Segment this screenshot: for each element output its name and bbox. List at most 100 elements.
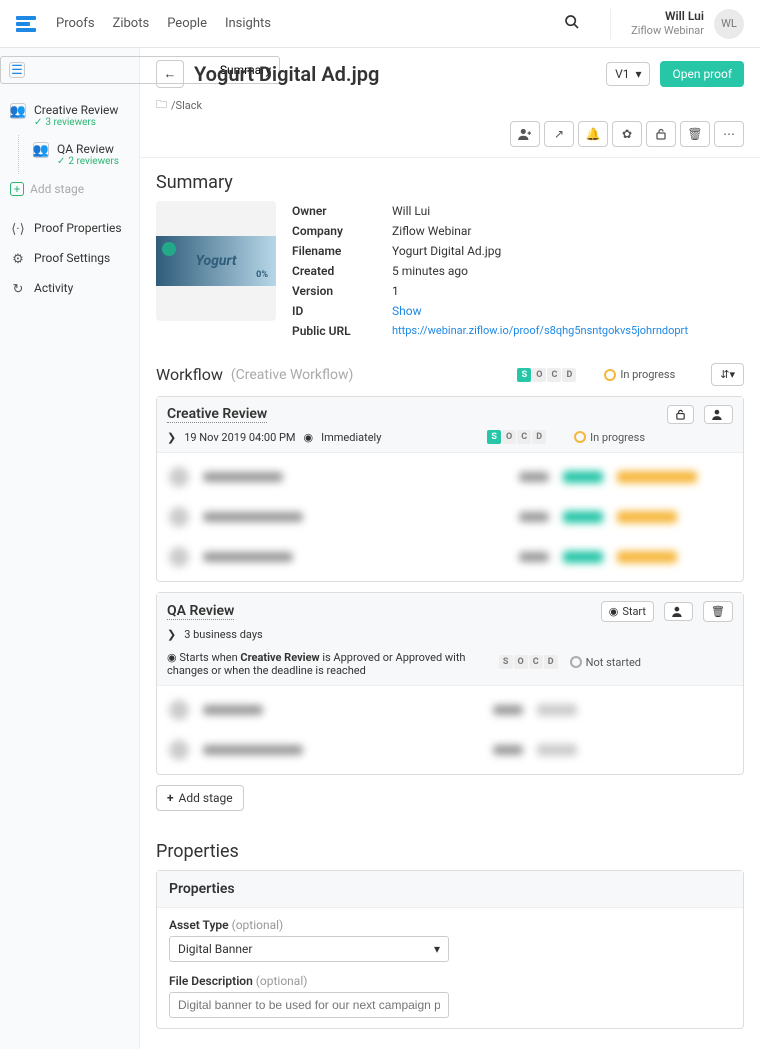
socd-indicator: SOCD [517, 368, 576, 382]
field-label: Company [292, 224, 392, 238]
field-label: Owner [292, 204, 392, 218]
field-label: Created [292, 264, 392, 278]
field-value: Ziflow Webinar [392, 224, 471, 238]
sidebar-item-label: Proof Settings [34, 251, 110, 265]
field-label: ID [292, 304, 392, 318]
user-block[interactable]: Will Lui Ziflow Webinar WL [610, 9, 744, 39]
sidebar-item-creative-review[interactable]: 👥 Creative Review ✓ 3 reviewers [0, 96, 139, 135]
stage-trigger: Immediately [321, 431, 381, 444]
show-id-link[interactable]: Show [392, 304, 422, 318]
stage-deadline[interactable]: 19 Nov 2019 04:00 PM [184, 431, 295, 444]
main: ← Yogurt Digital Ad.jpg V1▾ Open proof 🗀… [140, 48, 760, 1049]
trigger-icon: ◉ [304, 431, 314, 444]
sidebar-item-label: Proof Properties [34, 221, 122, 235]
reviewer-list [157, 453, 743, 581]
summary-table: OwnerWill Lui CompanyZiflow Webinar File… [292, 201, 744, 341]
stage-people-button[interactable] [704, 405, 733, 424]
sidebar-item-activity[interactable]: ↻ Activity [0, 274, 139, 304]
user-company: Ziflow Webinar [631, 24, 704, 38]
chevron-down-icon: ▾ [434, 942, 440, 956]
field-value: 1 [392, 284, 399, 298]
section-heading-properties: Properties [140, 827, 760, 870]
chevron-right-icon[interactable]: ❯ [167, 431, 176, 444]
trigger-icon: ◉ [167, 651, 177, 664]
sidebar-add-stage[interactable]: + Add stage [0, 174, 139, 204]
action-row: ↗ 🔔 ✿ 🗑 ⋯ [140, 121, 760, 158]
section-heading-summary: Summary [140, 158, 760, 201]
socd-indicator: SOCD [499, 655, 558, 669]
stage-creative-review: Creative Review ❯ 19 Nov 2019 04:00 PM ◉… [156, 396, 744, 582]
section-heading-workflow: Workflow [156, 365, 223, 384]
open-proof-button[interactable]: Open proof [660, 61, 744, 87]
back-button[interactable]: ← [156, 60, 184, 88]
field-value: Yogurt Digital Ad.jpg [392, 244, 501, 258]
file-description-input[interactable] [169, 992, 449, 1018]
user-name: Will Lui [631, 9, 704, 25]
breadcrumb[interactable]: 🗀/Slack [140, 96, 760, 121]
field-label: Version [292, 284, 392, 298]
search-icon[interactable] [564, 14, 580, 34]
stage-start-button[interactable]: ◉ Start [601, 601, 654, 622]
sidebar-item-settings[interactable]: ⚙ Proof Settings [0, 244, 139, 274]
proof-thumbnail[interactable]: Yogurt [156, 201, 276, 321]
stage-desc: Starts when [179, 651, 240, 664]
stage-status: Not started [570, 656, 641, 669]
top-nav: Proofs Zibots People Insights Will Lui Z… [0, 0, 760, 48]
stage-duration[interactable]: 3 business days [184, 628, 262, 641]
page-title: Yogurt Digital Ad.jpg [194, 62, 379, 86]
logo[interactable] [16, 16, 36, 32]
stage-name[interactable]: QA Review [167, 603, 234, 620]
activity-icon: ↻ [10, 281, 26, 297]
properties-icon: ⟨·⟩ [10, 221, 26, 237]
sidebar: ☰ Summary 👥 Creative Review ✓ 3 reviewer… [0, 48, 140, 1049]
more-button[interactable]: ⋯ [714, 121, 744, 147]
workflow-name: (Creative Workflow) [231, 367, 354, 383]
stage-qa-review: QA Review ◉ Start 🗑 ❯ 3 business days ◉ … [156, 592, 744, 775]
sidebar-item-label: Add stage [30, 182, 84, 196]
nav-insights[interactable]: Insights [225, 16, 271, 31]
add-stage-button[interactable]: +Add stage [156, 785, 244, 811]
field-label: Asset Type (optional) [169, 918, 731, 932]
nav-links: Proofs Zibots People Insights [56, 16, 271, 31]
summary-icon: ☰ [9, 62, 25, 78]
avatar[interactable]: WL [714, 9, 744, 39]
new-version-button[interactable]: ✿ [612, 121, 642, 147]
sidebar-item-qa-review[interactable]: 👥 QA Review ✓ 2 reviewers [23, 135, 139, 174]
unlock-button[interactable] [646, 121, 676, 147]
sidebar-item-label: Activity [34, 281, 73, 295]
reviewer-count: ✓ 2 reviewers [57, 156, 119, 167]
field-value: 5 minutes ago [392, 264, 468, 278]
nav-proofs[interactable]: Proofs [56, 16, 95, 31]
nav-zibots[interactable]: Zibots [113, 16, 150, 31]
stage-desc-bold: Creative Review [240, 651, 319, 664]
nav-people[interactable]: People [167, 16, 207, 31]
stage-name[interactable]: Creative Review [167, 406, 267, 423]
reviewer-list [157, 686, 743, 774]
people-icon: 👥 [10, 103, 26, 119]
chevron-down-icon: ▾ [635, 67, 641, 81]
workflow-status: In progress [604, 368, 675, 381]
chevron-right-icon[interactable]: ❯ [167, 628, 176, 641]
sidebar-item-label: Creative Review [34, 103, 118, 117]
share-button[interactable]: ↗ [544, 121, 574, 147]
workflow-diagram-button[interactable]: ⇵▾ [711, 363, 744, 386]
thumb-label: Yogurt [196, 253, 237, 269]
properties-box-heading: Properties [157, 871, 743, 908]
stage-status: In progress [574, 431, 645, 444]
properties-box: Properties Asset Type (optional) Digital… [156, 870, 744, 1029]
stage-delete-button[interactable]: 🗑 [703, 601, 733, 622]
field-value: Will Lui [392, 204, 430, 218]
asset-type-select[interactable]: Digital Banner▾ [169, 936, 449, 962]
version-dropdown[interactable]: V1▾ [606, 62, 650, 86]
sidebar-item-properties[interactable]: ⟨·⟩ Proof Properties [0, 214, 139, 244]
field-label: File Description (optional) [169, 974, 731, 988]
stage-people-button[interactable] [664, 602, 693, 621]
field-label: Filename [292, 244, 392, 258]
reviewer-count: ✓ 3 reviewers [34, 117, 118, 128]
notify-button[interactable]: 🔔 [578, 121, 608, 147]
add-person-button[interactable] [510, 121, 540, 147]
sidebar-item-label: QA Review [57, 142, 119, 156]
delete-button[interactable]: 🗑 [680, 121, 710, 147]
stage-lock-button[interactable] [667, 405, 694, 424]
public-url-link[interactable]: https://webinar.ziflow.io/proof/s8qhg5ns… [392, 324, 688, 338]
